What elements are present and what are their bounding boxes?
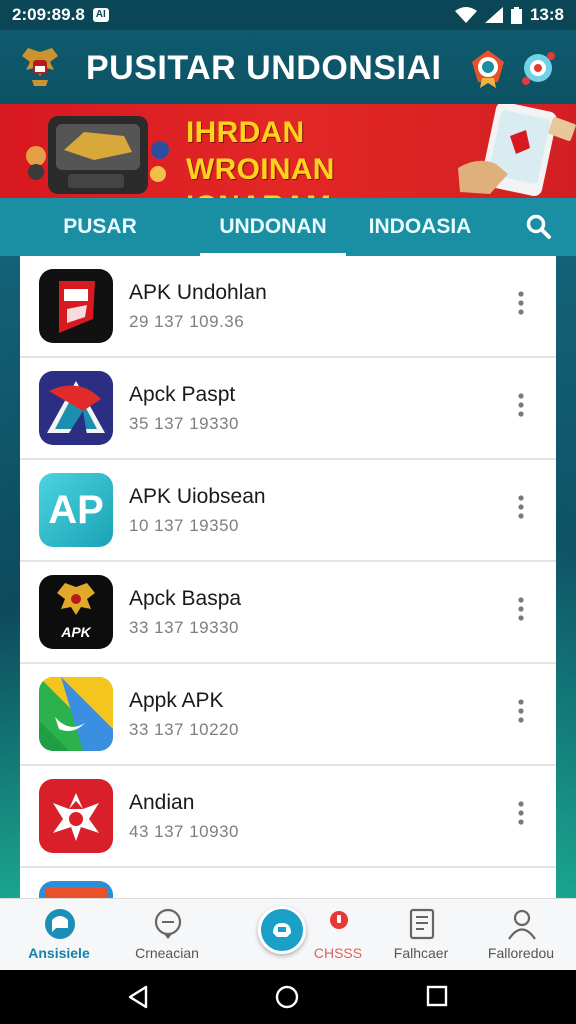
app-title: PUSITAR UNDONSIAI xyxy=(86,48,442,87)
app-name: Appk APK xyxy=(129,689,224,712)
search-icon[interactable] xyxy=(526,214,552,240)
back-icon[interactable] xyxy=(126,985,150,1009)
app-size: 35 137 19330 xyxy=(129,414,239,433)
app-size: 33 137 10220 xyxy=(129,720,239,739)
app-name: Apck Paspt xyxy=(129,383,236,406)
phone-hand-illustration-icon xyxy=(458,104,576,197)
nav-falhcaer[interactable]: Falhcaer xyxy=(366,899,476,971)
signal-icon xyxy=(484,7,503,23)
center-app-icon xyxy=(273,923,291,937)
battery-icon xyxy=(510,6,522,24)
status-badge: AI xyxy=(92,8,109,22)
nav-label: Crneacian xyxy=(135,945,199,961)
list-item-partial[interactable] xyxy=(20,868,556,898)
red-shield-app-icon xyxy=(39,269,113,343)
tab-indoasia[interactable]: INDOASIA xyxy=(346,198,494,256)
recents-icon[interactable] xyxy=(426,985,448,1007)
nav-label: Falhcaer xyxy=(393,945,449,961)
category-tabs: PUSAR UNDONAN INDOASIA xyxy=(0,198,576,256)
app-name: APK Undohlan xyxy=(129,281,267,304)
profile-icon xyxy=(508,909,536,940)
banner-line-1: IHRDAN WROINAN xyxy=(186,116,335,186)
more-options-icon[interactable] xyxy=(516,592,526,632)
home-icon[interactable] xyxy=(275,985,299,1009)
app-name: APK Uiobsean xyxy=(129,485,266,508)
red-emblem-app-icon xyxy=(39,779,113,853)
more-options-icon[interactable] xyxy=(516,490,526,530)
status-clock: 13:8 xyxy=(529,5,564,24)
notification-icon xyxy=(330,911,348,929)
list-item[interactable]: Andian 43 137 10930 xyxy=(20,766,556,868)
wifi-icon xyxy=(454,7,477,23)
chat-bubble-icon xyxy=(45,909,75,939)
list-item[interactable]: Apck Paspt 35 137 19330 xyxy=(20,358,556,460)
ap-logo-app-icon: AP xyxy=(39,473,113,547)
blue-triangle-app-icon xyxy=(39,371,113,445)
nav-falloredou[interactable]: Falloredou xyxy=(466,899,576,971)
app-icon-label: AP xyxy=(48,488,104,532)
gadget-illustration-icon xyxy=(26,116,169,194)
more-options-icon[interactable] xyxy=(516,286,526,326)
partial-app-icon xyxy=(39,881,113,898)
app-size: 43 137 10930 xyxy=(129,822,239,841)
app-size: 29 137 109.36 xyxy=(129,312,245,331)
settings-target-icon[interactable] xyxy=(518,48,558,88)
app-list: APK Undohlan 29 137 109.36 Apck Paspt 35… xyxy=(20,256,556,898)
app-name: Apck Baspa xyxy=(129,587,242,610)
more-options-icon[interactable] xyxy=(516,694,526,734)
tab-pusar[interactable]: PUSAR xyxy=(0,198,200,256)
status-bar: 2:09:89.8 AI 13:8 xyxy=(0,0,576,30)
center-action-button[interactable] xyxy=(258,906,306,954)
more-options-icon[interactable] xyxy=(516,388,526,428)
award-badge-icon[interactable] xyxy=(468,48,508,88)
garuda-emblem-icon xyxy=(22,48,58,86)
list-item[interactable]: Appk APK 33 137 10220 xyxy=(20,664,556,766)
system-navigation-bar xyxy=(0,970,576,1024)
message-icon xyxy=(154,908,182,939)
status-time: 2:09:89.8 xyxy=(12,5,85,24)
app-name: Andian xyxy=(129,791,195,814)
green-yellow-app-icon xyxy=(39,677,113,751)
nav-label: Falloredou xyxy=(487,945,555,961)
nav-crneacian[interactable]: Crneacian xyxy=(112,899,222,971)
more-options-icon[interactable] xyxy=(516,796,526,836)
nav-ansisiele[interactable]: Ansisiele xyxy=(4,899,114,971)
app-size: 33 137 19330 xyxy=(129,618,239,637)
promo-banner[interactable]: IHRDAN WROINAN IONARAM UNIBADEUS xyxy=(0,104,576,198)
nav-label: Ansisiele xyxy=(28,945,90,961)
list-item[interactable]: APK Apck Baspa 33 137 19330 xyxy=(20,562,556,664)
app-icon-label: APK xyxy=(60,624,91,640)
document-icon xyxy=(409,908,435,940)
banner-line-2: IONARAM UNIBADEUS xyxy=(186,188,456,198)
list-item[interactable]: AP APK Uiobsean 10 137 19350 xyxy=(20,460,556,562)
list-item[interactable]: APK Undohlan 29 137 109.36 xyxy=(20,256,556,358)
app-size: 10 137 19350 xyxy=(129,516,239,535)
app-header: PUSITAR UNDONSIAI xyxy=(0,30,576,106)
garuda-apk-app-icon: APK xyxy=(39,575,113,649)
banner-text: IHRDAN WROINAN IONARAM UNIBADEUS xyxy=(186,114,456,198)
tab-undonan[interactable]: UNDONAN xyxy=(200,198,346,256)
